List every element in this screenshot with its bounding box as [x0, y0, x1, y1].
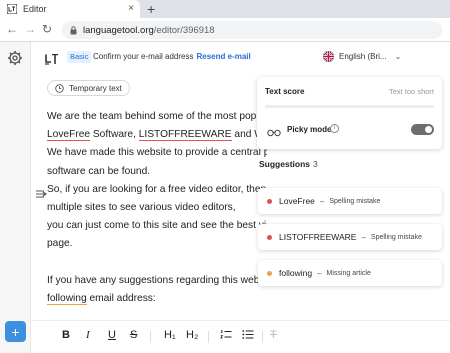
languagetool-logo-icon[interactable] — [45, 52, 59, 70]
info-icon[interactable]: i — [330, 124, 339, 133]
clear-formatting-button[interactable]: T — [270, 329, 277, 341]
languagetool-favicon-icon — [6, 4, 17, 15]
heading1-button[interactable]: H₁ — [164, 329, 176, 341]
forward-arrow-icon[interactable]: → — [24, 22, 36, 36]
confirm-email-banner: Confirm your e-mail address Resend e-mail — [93, 52, 251, 61]
spelling-dot-icon — [267, 234, 272, 240]
browser-tab-editor[interactable]: Editor × — [0, 0, 140, 18]
suggestions-heading: Suggestions 3 — [259, 159, 318, 169]
suggestion-kind: Spelling mistake — [329, 197, 381, 205]
suggestion-card[interactable]: LISTOFFREEWARE – Spelling mistake — [258, 224, 442, 250]
url-path: /editor/396918 — [153, 24, 215, 36]
editor-text: email address: — [86, 293, 156, 305]
editor-line[interactable]: following email address: — [47, 290, 447, 308]
suggestion-word: LISTOFFREEWARE — [279, 232, 357, 242]
reload-icon[interactable]: ↻ — [42, 22, 52, 36]
editor-line[interactable]: LoveFree Software, LISTOFFREEWARE and Wi… — [47, 126, 267, 144]
editor-line[interactable]: multiple sites to see various video edit… — [47, 199, 267, 217]
editor-line[interactable]: If you have any suggestions regarding th… — [47, 272, 267, 290]
plan-badge: Basic — [67, 51, 92, 63]
suggestion-word: LoveFree — [279, 196, 315, 206]
editor-text: So, if you are looking for a free video … — [47, 183, 267, 195]
suggestion-card[interactable]: following – Missing article — [258, 260, 442, 286]
browser-address-bar: ← → ↻ languagetool.org/editor/396918 — [0, 18, 450, 42]
new-document-button[interactable]: + — [5, 321, 26, 342]
suggestion-kind: Missing article — [326, 269, 371, 277]
url-host: languagetool.org — [83, 24, 154, 36]
editor-line[interactable]: We have made this website to provide a c… — [47, 144, 267, 162]
suggestion-kind: Spelling mistake — [370, 233, 422, 241]
flagged-word[interactable]: LoveFree — [47, 129, 91, 142]
editor-text: Software, — [90, 129, 139, 141]
bullet-list-icon[interactable] — [242, 329, 254, 343]
editor-text: If you have any suggestions regarding th… — [47, 274, 267, 286]
editor-line[interactable]: So, if you are looking for a free video … — [47, 181, 267, 199]
browser-tab-bar: Editor × + — [0, 0, 450, 18]
suggestion-dash: – — [319, 196, 325, 206]
new-tab-button[interactable]: + — [147, 0, 155, 18]
formatting-toolbar: B I U S H₁ H₂ T — [32, 320, 450, 350]
temporary-text-label: Temporary text — [69, 83, 122, 93]
browser-tab-title: Editor — [23, 4, 47, 14]
editor-text: multiple sites to see various video edit… — [47, 202, 236, 214]
ordered-list-icon[interactable] — [220, 329, 232, 343]
editor-line[interactable]: We are the team behind some of the most … — [47, 108, 267, 126]
strikethrough-button[interactable]: S — [130, 329, 137, 341]
heading2-button[interactable]: H₂ — [186, 329, 198, 341]
suggestion-card[interactable]: LoveFree – Spelling mistake — [258, 188, 442, 214]
suggestion-word: following — [279, 268, 313, 278]
editor-line[interactable]: you can just come to this site and see t… — [47, 217, 267, 235]
flagged-word[interactable]: LISTOFFREEWARE — [138, 129, 232, 142]
editor-text: software can be found. — [47, 165, 151, 177]
editor-text: page. — [47, 238, 73, 250]
chevron-down-icon: ⌄ — [394, 52, 402, 61]
suggestion-dash: – — [361, 232, 366, 242]
italic-button[interactable]: I — [86, 329, 90, 341]
text-score-bar — [265, 105, 434, 108]
editor-line[interactable]: software can be found. — [47, 163, 447, 181]
temporary-text-chip[interactable]: Temporary text — [47, 80, 130, 96]
toolbar-divider — [150, 331, 151, 343]
text-score-panel: Text score Text too short Picky mode i — [257, 77, 442, 149]
suggestions-count: 3 — [313, 159, 318, 169]
editor-text: you can just come to this site and see t… — [47, 220, 267, 232]
toolbar-divider — [208, 331, 209, 343]
bold-button[interactable]: B — [62, 329, 70, 341]
resend-email-link[interactable]: Resend e-mail — [196, 52, 250, 61]
toolbar-divider — [262, 331, 263, 343]
clock-icon — [55, 83, 64, 93]
editor-text: We have made this website to provide a c… — [47, 147, 267, 159]
confirm-email-text: Confirm your e-mail address — [93, 52, 194, 61]
language-label: English (Bri... — [339, 52, 387, 61]
tab-close-icon[interactable]: × — [128, 3, 134, 14]
uk-flag-icon — [323, 51, 334, 62]
glasses-icon — [267, 124, 281, 142]
back-arrow-icon[interactable]: ← — [6, 22, 18, 36]
suggestion-dash: – — [317, 268, 322, 278]
underline-button[interactable]: U — [108, 329, 116, 341]
editor-text: We are the team behind some of the most … — [47, 111, 267, 122]
url-input[interactable]: languagetool.org/editor/396918 — [62, 21, 442, 39]
style-dot-icon — [267, 270, 272, 276]
text-score-title: Text score — [265, 87, 305, 96]
collapse-panel-icon[interactable] — [35, 187, 47, 205]
picky-mode-label: Picky mode — [287, 125, 332, 134]
toggle-knob — [425, 126, 432, 133]
gear-icon[interactable] — [7, 50, 23, 71]
text-score-hint: Text too short — [388, 87, 434, 96]
lock-icon — [70, 25, 77, 35]
language-selector[interactable]: English (Bri... ⌄ — [323, 51, 401, 62]
spelling-dot-icon — [267, 198, 272, 204]
picky-mode-toggle[interactable] — [411, 124, 434, 135]
suggestions-title: Suggestions — [259, 159, 311, 169]
flagged-word[interactable]: following — [47, 293, 87, 306]
left-sidebar: + — [0, 42, 31, 353]
